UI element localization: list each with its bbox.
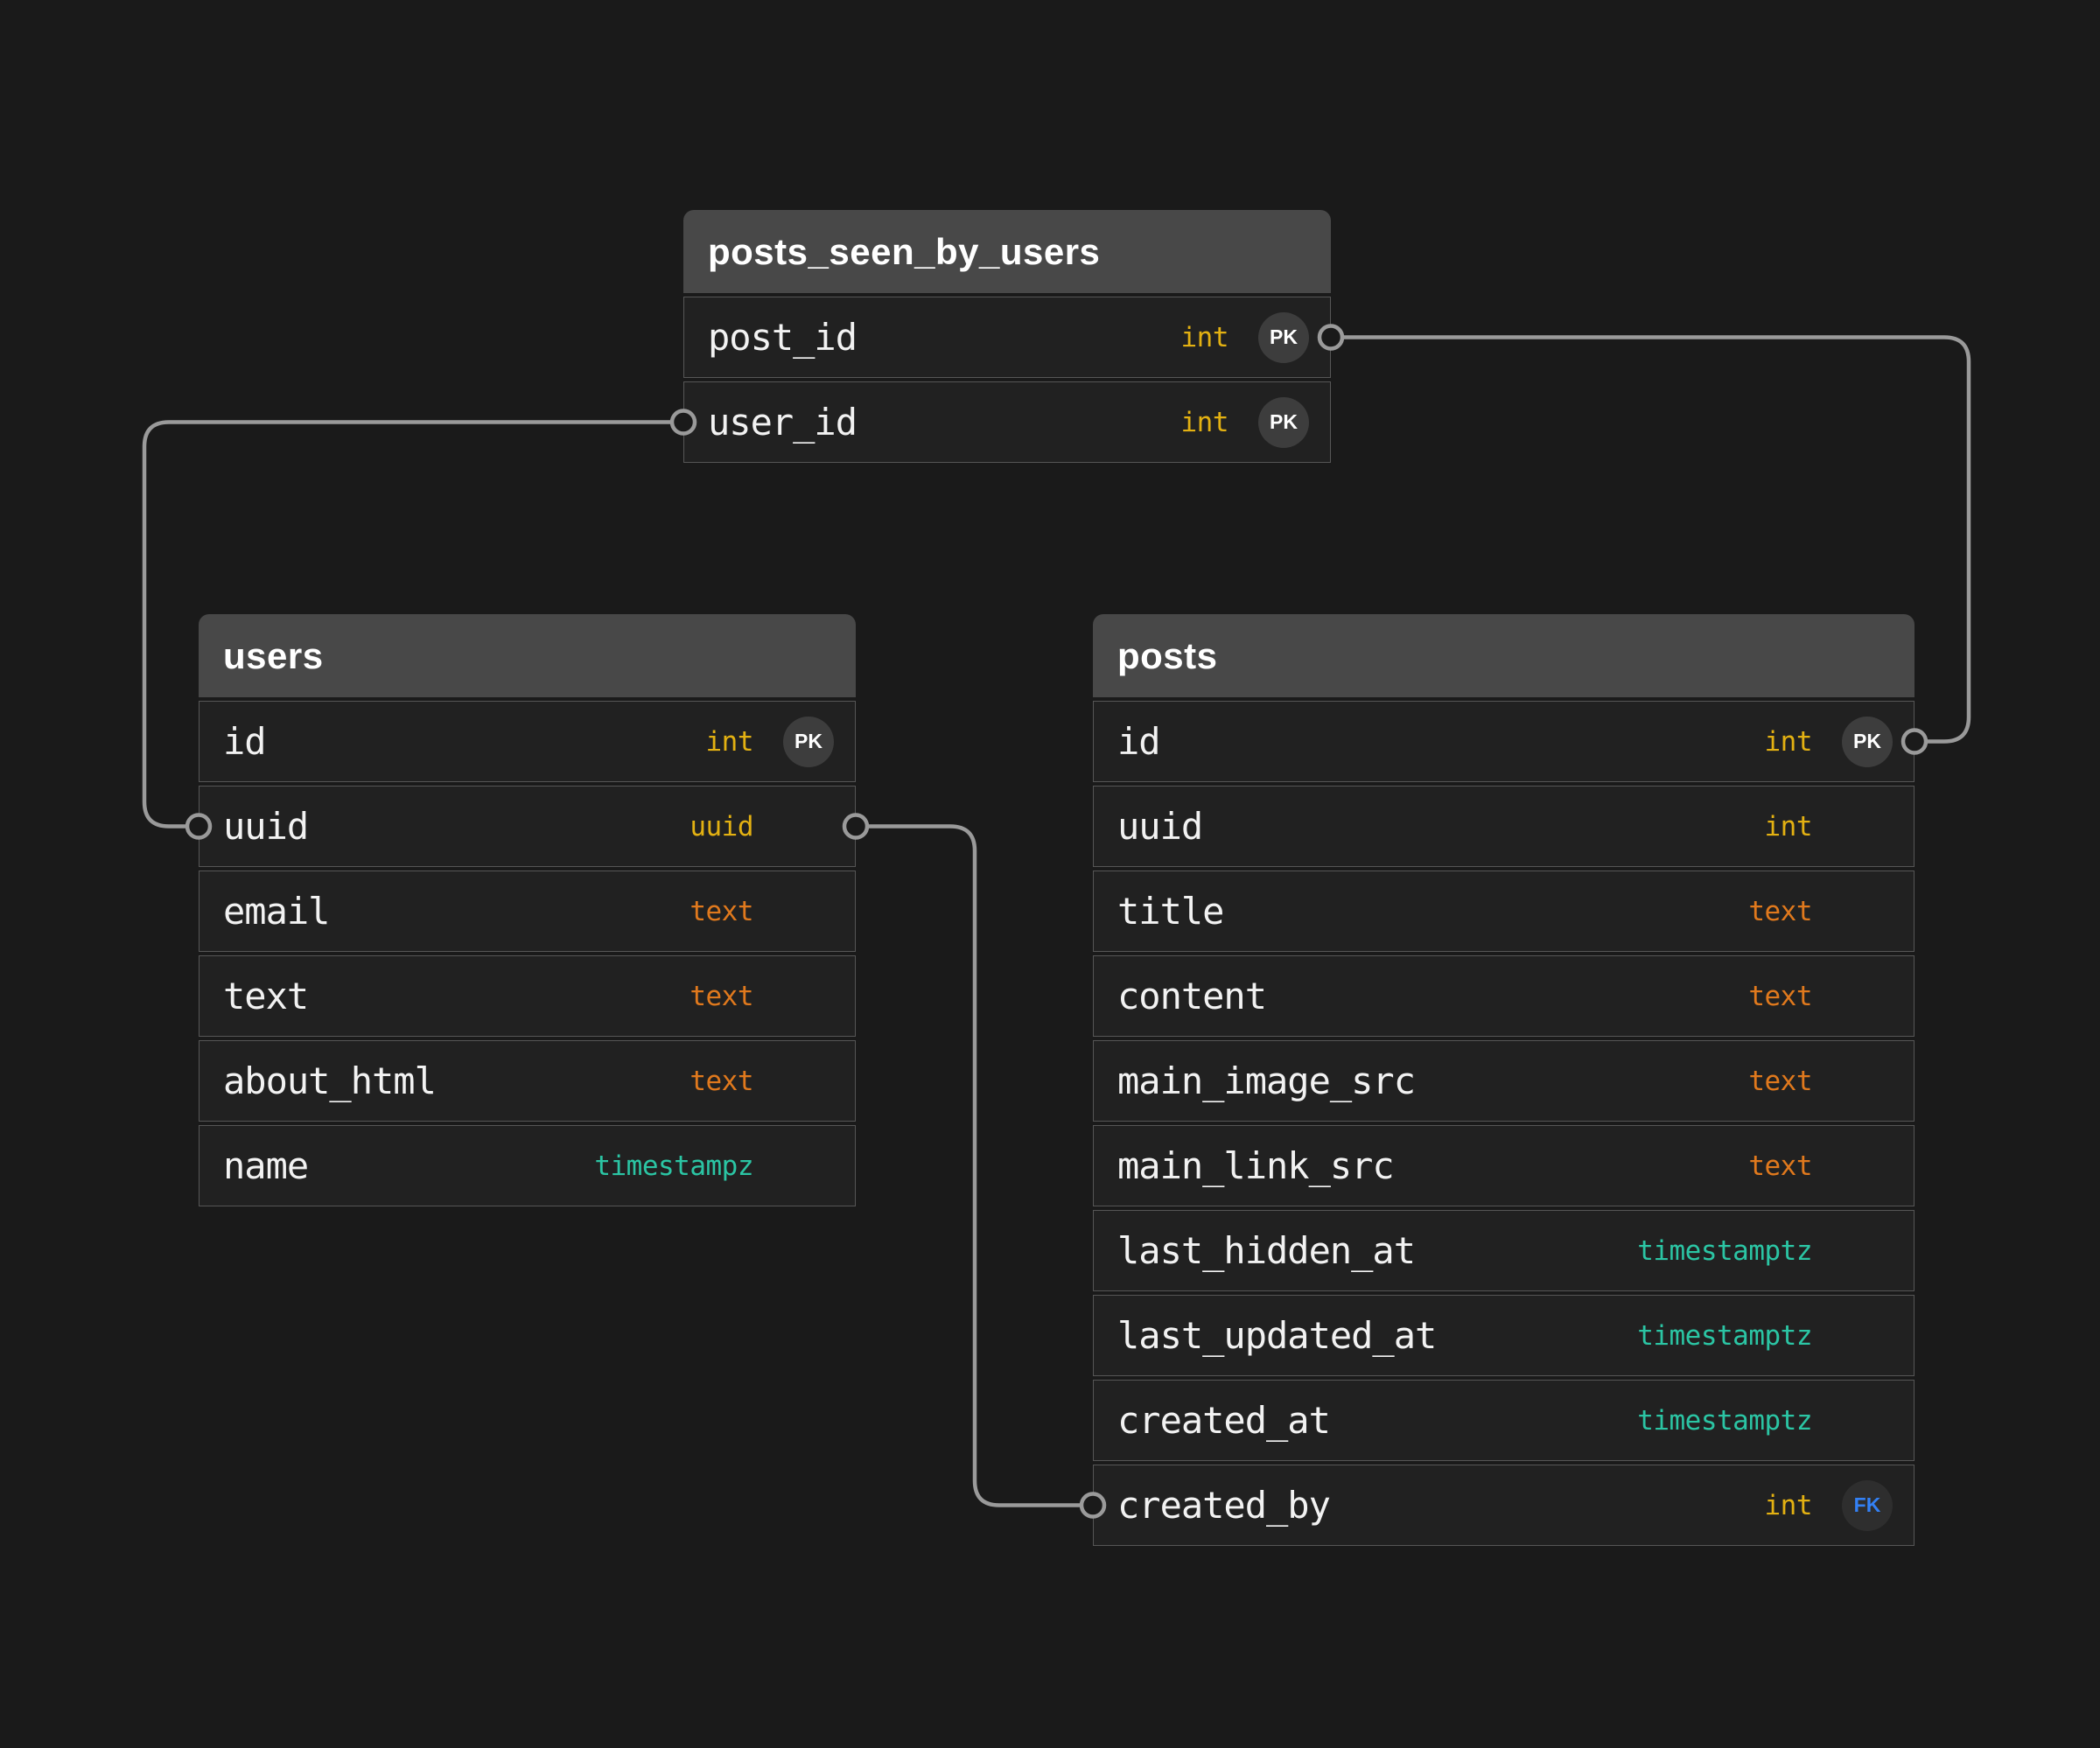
column-type: text bbox=[1748, 1066, 1812, 1097]
column-row-posts-main_link_src[interactable]: main_link_src text bbox=[1093, 1125, 1914, 1206]
column-type: text bbox=[690, 981, 753, 1012]
column-row-posts-created_at[interactable]: created_at timestamptz bbox=[1093, 1380, 1914, 1461]
column-name: uuid bbox=[1117, 805, 1765, 848]
column-row-users-uuid[interactable]: uuid uuid bbox=[199, 786, 856, 867]
column-type: text bbox=[1748, 981, 1812, 1012]
pk-badge: PK bbox=[1258, 397, 1309, 448]
column-name: post_id bbox=[708, 316, 1181, 359]
column-type: int bbox=[1181, 322, 1229, 353]
column-row-users-name[interactable]: name timestampz bbox=[199, 1125, 856, 1206]
relationship-line-users.uuid-to-posts.created_by[interactable] bbox=[867, 827, 1082, 1506]
column-name: created_by bbox=[1117, 1484, 1765, 1527]
column-row-posts-id[interactable]: id int PK bbox=[1093, 701, 1914, 782]
column-row-users-text[interactable]: text text bbox=[199, 955, 856, 1037]
column-name: email bbox=[223, 890, 690, 933]
column-type: int bbox=[1181, 407, 1229, 438]
column-row-users-id[interactable]: id int PK bbox=[199, 701, 856, 782]
column-row-users-about_html[interactable]: about_html text bbox=[199, 1040, 856, 1122]
column-row-posts-title[interactable]: title text bbox=[1093, 871, 1914, 952]
column-name: id bbox=[223, 720, 706, 763]
column-name: id bbox=[1117, 720, 1765, 763]
table-header[interactable]: users bbox=[199, 614, 856, 697]
table-title: posts_seen_by_users bbox=[708, 231, 1100, 273]
column-name: about_html bbox=[223, 1059, 690, 1102]
column-name: uuid bbox=[223, 805, 690, 848]
column-type: int bbox=[1765, 1490, 1813, 1521]
column-row-posts-uuid[interactable]: uuid int bbox=[1093, 786, 1914, 867]
column-type: text bbox=[690, 1066, 753, 1097]
column-row-posts-main_image_src[interactable]: main_image_src text bbox=[1093, 1040, 1914, 1122]
fk-badge: FK bbox=[1842, 1480, 1893, 1531]
column-row-posts_seen_by_users-post_id[interactable]: post_id int PK bbox=[683, 297, 1331, 378]
column-type: int bbox=[1765, 811, 1813, 843]
erd-table-posts_seen_by_users[interactable]: posts_seen_by_users post_id int PK user_… bbox=[683, 210, 1331, 463]
column-name: last_hidden_at bbox=[1117, 1229, 1637, 1272]
column-type: timestamptz bbox=[1637, 1405, 1812, 1437]
column-name: user_id bbox=[708, 401, 1181, 444]
erd-table-users[interactable]: users id int PK uuid uuid email text tex… bbox=[199, 614, 856, 1206]
column-type: timestamptz bbox=[1637, 1235, 1812, 1267]
column-type: int bbox=[1765, 726, 1813, 758]
column-row-posts-last_hidden_at[interactable]: last_hidden_at timestamptz bbox=[1093, 1210, 1914, 1291]
column-name: last_updated_at bbox=[1117, 1314, 1637, 1357]
column-row-posts-created_by[interactable]: created_by int FK bbox=[1093, 1465, 1914, 1546]
column-name: title bbox=[1117, 890, 1748, 933]
pk-badge: PK bbox=[783, 717, 834, 767]
column-type: int bbox=[706, 726, 754, 758]
column-row-posts_seen_by_users-user_id[interactable]: user_id int PK bbox=[683, 381, 1331, 463]
pk-badge: PK bbox=[1842, 717, 1893, 767]
column-type: uuid bbox=[690, 811, 753, 843]
column-type: timestampz bbox=[594, 1150, 753, 1182]
table-title: posts bbox=[1117, 635, 1218, 677]
column-name: main_link_src bbox=[1117, 1144, 1748, 1187]
column-type: timestamptz bbox=[1637, 1320, 1812, 1352]
column-type: text bbox=[690, 896, 753, 927]
column-name: main_image_src bbox=[1117, 1059, 1748, 1102]
erd-table-posts[interactable]: posts id int PK uuid int title text cont… bbox=[1093, 614, 1914, 1546]
erd-canvas: posts_seen_by_users post_id int PK user_… bbox=[0, 0, 2100, 1748]
table-header[interactable]: posts_seen_by_users bbox=[683, 210, 1331, 293]
column-name: text bbox=[223, 975, 690, 1017]
column-name: content bbox=[1117, 975, 1748, 1017]
table-header[interactable]: posts bbox=[1093, 614, 1914, 697]
column-row-posts-last_updated_at[interactable]: last_updated_at timestamptz bbox=[1093, 1295, 1914, 1376]
column-row-posts-content[interactable]: content text bbox=[1093, 955, 1914, 1037]
column-row-users-email[interactable]: email text bbox=[199, 871, 856, 952]
column-name: created_at bbox=[1117, 1399, 1637, 1442]
table-title: users bbox=[223, 635, 324, 677]
column-name: name bbox=[223, 1144, 594, 1187]
column-type: text bbox=[1748, 896, 1812, 927]
column-type: text bbox=[1748, 1150, 1812, 1182]
pk-badge: PK bbox=[1258, 312, 1309, 363]
